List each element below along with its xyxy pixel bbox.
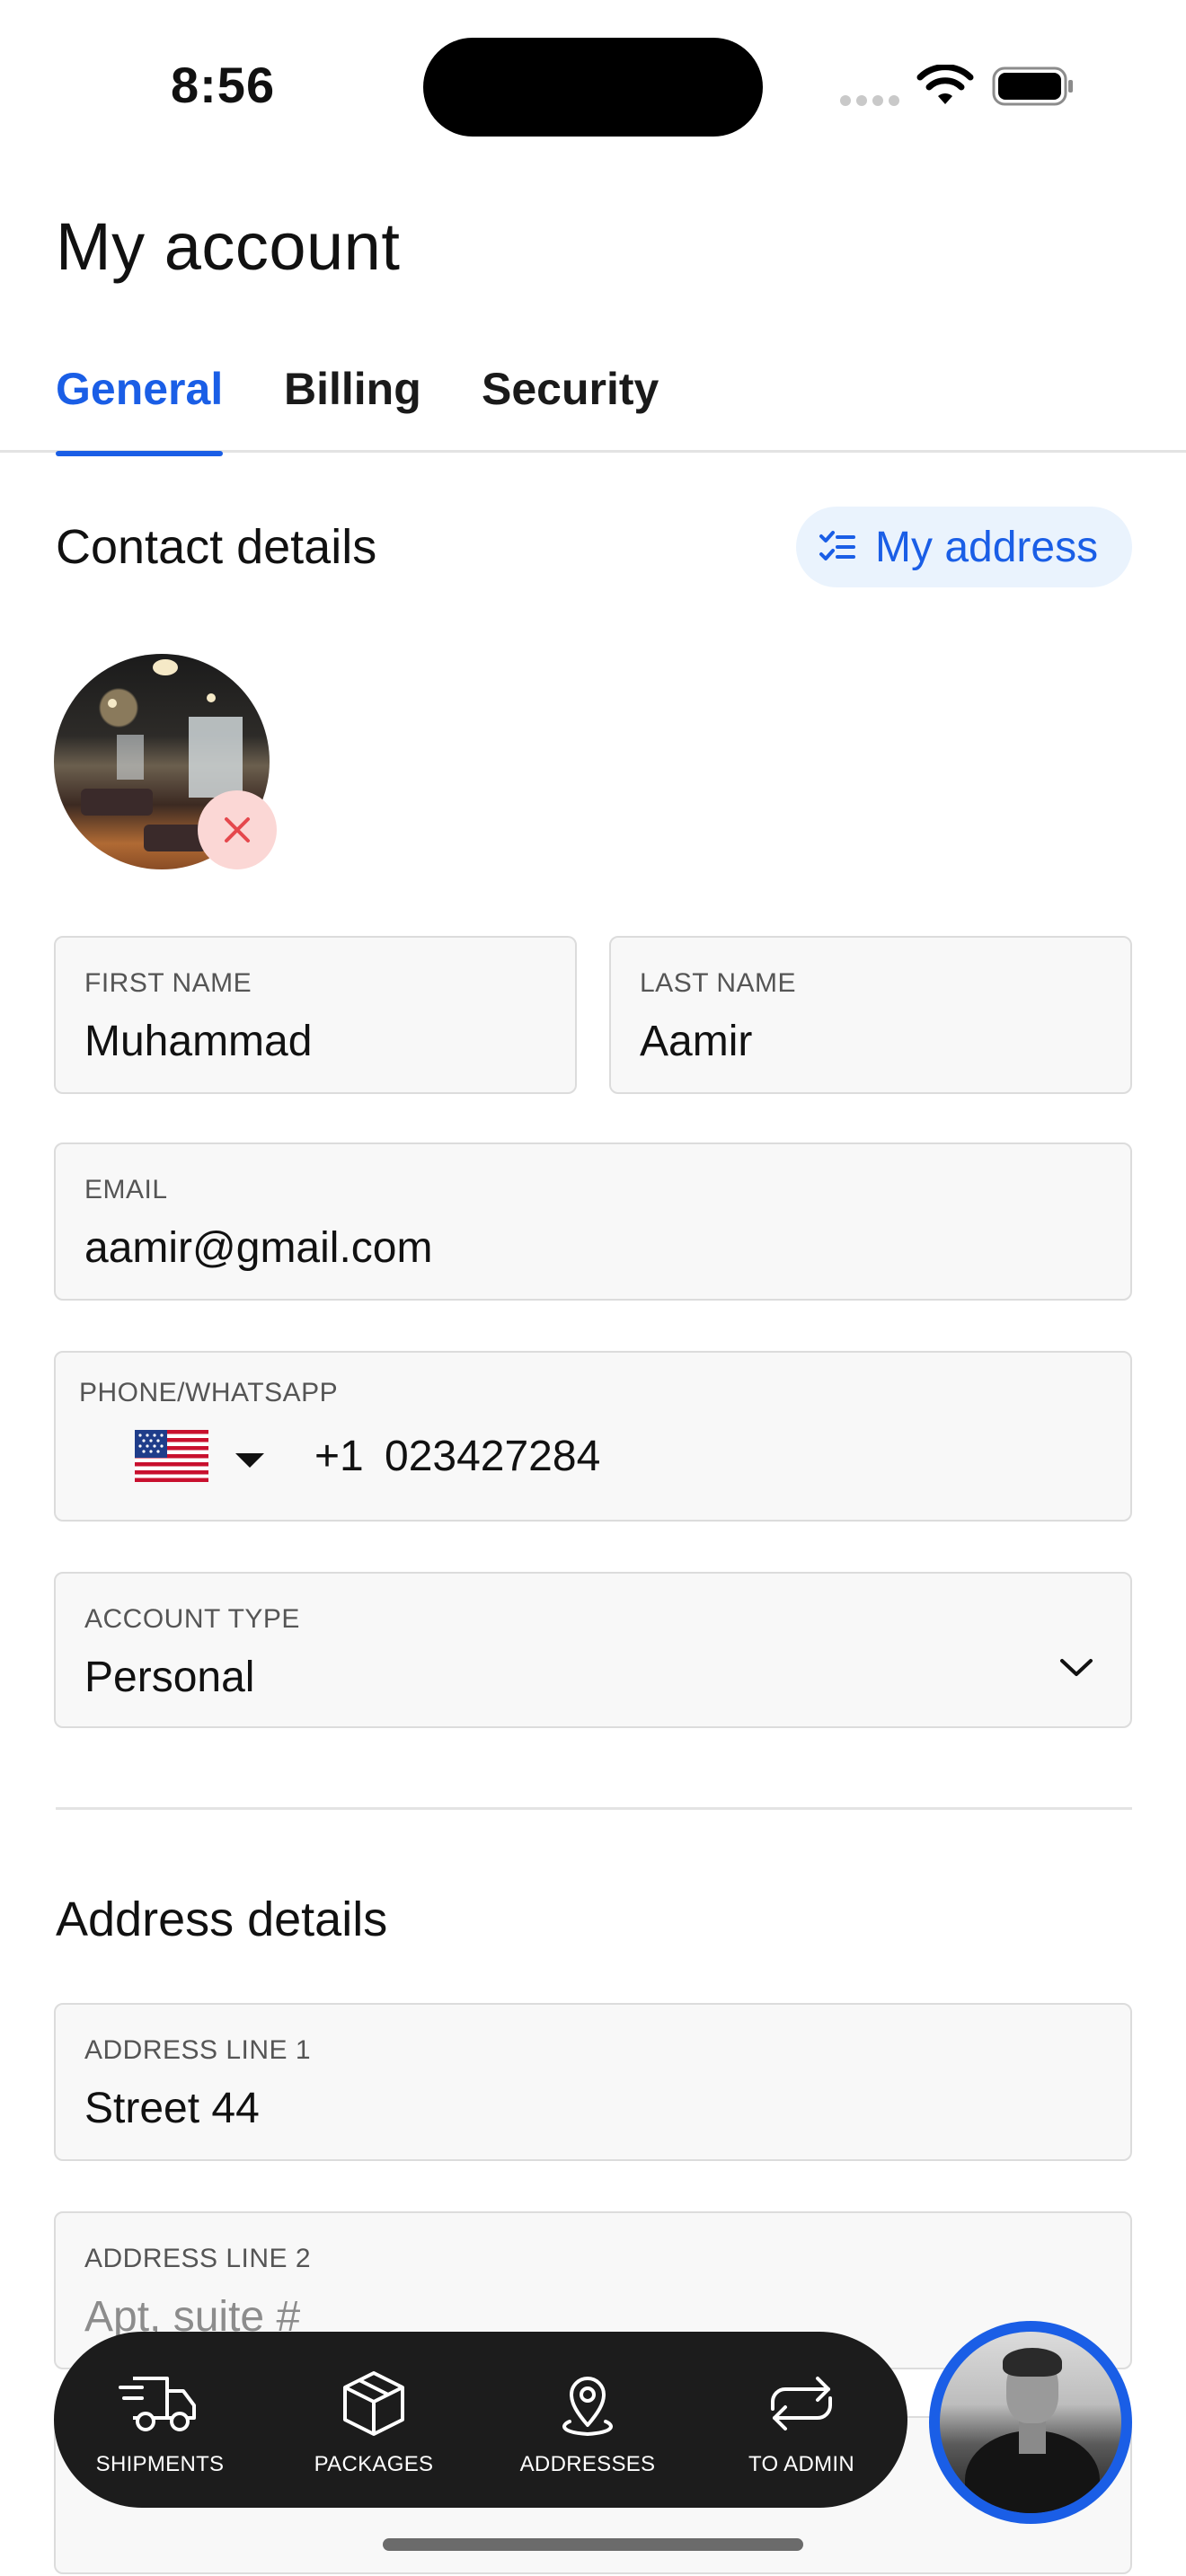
remove-photo-button[interactable] bbox=[198, 790, 277, 869]
nav-addresses-label: ADDRESSES bbox=[519, 2452, 656, 2476]
battery-icon bbox=[992, 66, 1073, 106]
nav-shipments-label: SHIPMENTS bbox=[95, 2452, 225, 2476]
last-name-value: Aamir bbox=[640, 1018, 753, 1065]
last-name-label: LAST NAME bbox=[640, 968, 796, 998]
us-flag-icon[interactable] bbox=[135, 1430, 208, 1482]
dial-code: +1 bbox=[314, 1433, 364, 1480]
phone-field[interactable]: PHONE/WHATSAPP +1 023427284 bbox=[54, 1351, 1132, 1522]
my-address-button[interactable]: My address bbox=[796, 507, 1132, 587]
account-type-select[interactable]: ACCOUNT TYPE Personal bbox=[54, 1572, 1132, 1728]
country-dropdown-caret-icon[interactable] bbox=[235, 1453, 264, 1468]
profile-photo[interactable] bbox=[54, 654, 277, 875]
first-name-value: Muhammad bbox=[84, 1018, 313, 1065]
wifi-icon bbox=[916, 65, 974, 104]
close-icon bbox=[225, 817, 250, 842]
bottom-nav: SHIPMENTS PACKAGES ADDRESSES TO ADMIN bbox=[54, 2332, 907, 2508]
address-line1-field[interactable]: ADDRESS LINE 1 Street 44 bbox=[54, 2003, 1132, 2161]
tab-general[interactable]: General bbox=[56, 363, 224, 456]
section-divider bbox=[56, 1807, 1132, 1810]
email-field[interactable]: EMAIL aamir@gmail.com bbox=[54, 1142, 1132, 1301]
account-type-label: ACCOUNT TYPE bbox=[84, 1604, 300, 1634]
nav-to-admin[interactable]: TO ADMIN bbox=[722, 2332, 881, 2508]
email-label: EMAIL bbox=[84, 1175, 168, 1204]
nav-to-admin-label: TO ADMIN bbox=[748, 2452, 854, 2476]
contact-details-heading: Contact details bbox=[56, 520, 377, 574]
status-time: 8:56 bbox=[171, 57, 276, 113]
nav-shipments[interactable]: SHIPMENTS bbox=[81, 2332, 239, 2508]
status-bar: 8:56 bbox=[0, 0, 1186, 171]
home-indicator[interactable] bbox=[383, 2538, 803, 2551]
first-name-field[interactable]: FIRST NAME Muhammad bbox=[54, 936, 577, 1094]
map-pin-icon bbox=[562, 2377, 613, 2437]
cellular-signal-icon bbox=[840, 95, 899, 106]
truck-icon bbox=[119, 2377, 196, 2431]
address-line2-label: ADDRESS LINE 2 bbox=[84, 2244, 312, 2273]
my-address-label: My address bbox=[875, 523, 1099, 571]
address-line1-label: ADDRESS LINE 1 bbox=[84, 2035, 312, 2065]
address-details-heading: Address details bbox=[56, 1892, 388, 1946]
chevron-down-icon bbox=[1060, 1659, 1093, 1676]
package-icon bbox=[343, 2371, 404, 2436]
phone-number-value: 023427284 bbox=[385, 1433, 601, 1480]
last-name-field[interactable]: LAST NAME Aamir bbox=[609, 936, 1132, 1094]
nav-addresses[interactable]: ADDRESSES bbox=[509, 2332, 667, 2508]
phone-label: PHONE/WHATSAPP bbox=[79, 1378, 339, 1407]
address-line1-value: Street 44 bbox=[84, 2085, 260, 2132]
tab-billing[interactable]: Billing bbox=[284, 363, 421, 453]
tab-bar: General Billing Security bbox=[0, 350, 1186, 456]
avatar bbox=[940, 2332, 1121, 2513]
switch-arrows-icon bbox=[771, 2377, 832, 2430]
account-type-value: Personal bbox=[84, 1654, 255, 1701]
page-title: My account bbox=[56, 209, 401, 284]
nav-packages-label: PACKAGES bbox=[314, 2452, 434, 2476]
email-value: aamir@gmail.com bbox=[84, 1224, 433, 1272]
checklist-icon bbox=[819, 531, 855, 560]
tab-security[interactable]: Security bbox=[482, 363, 659, 453]
nav-packages[interactable]: PACKAGES bbox=[295, 2332, 453, 2508]
first-name-label: FIRST NAME bbox=[84, 968, 252, 998]
dynamic-island bbox=[423, 38, 763, 137]
profile-avatar-button[interactable] bbox=[929, 2321, 1132, 2524]
